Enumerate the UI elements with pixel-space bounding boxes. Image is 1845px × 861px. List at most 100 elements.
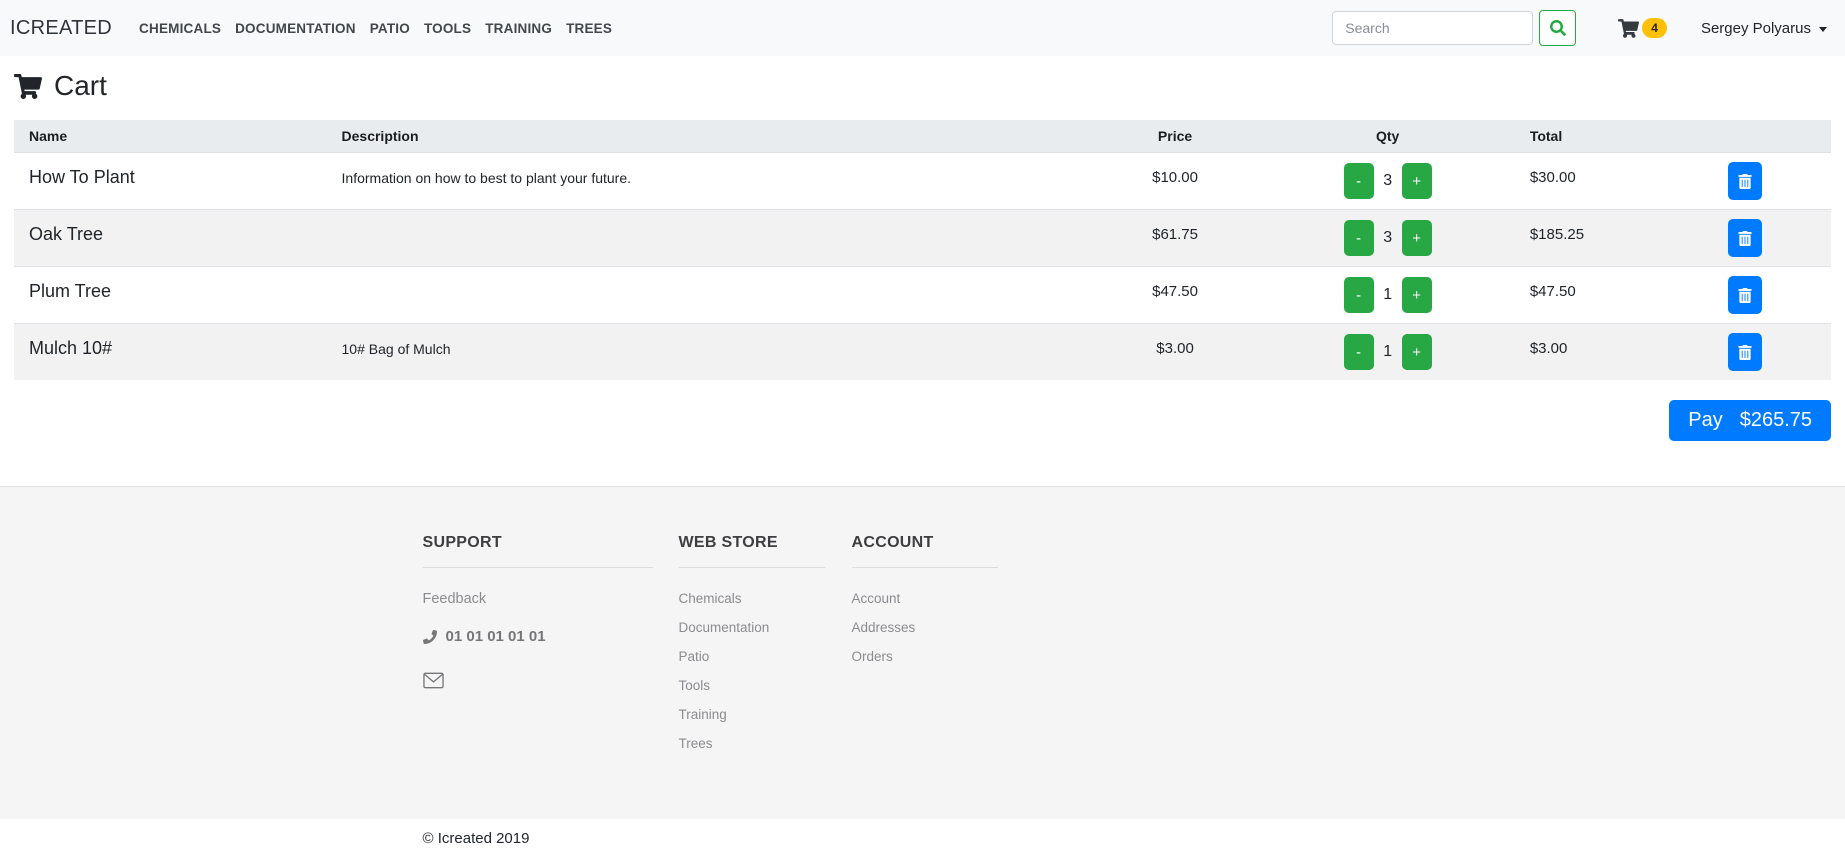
item-name: Plum Tree <box>14 266 327 324</box>
nav-item-chemicals[interactable]: CHEMICALS <box>132 15 228 42</box>
brand-logo[interactable]: ICREATED <box>10 17 112 40</box>
qty-value: 1 <box>1383 343 1393 360</box>
item-total: $3.00 <box>1514 323 1659 380</box>
divider <box>678 567 825 568</box>
divider <box>851 567 998 568</box>
footer-link-trees[interactable]: Trees <box>679 736 825 751</box>
footer-link-chemicals[interactable]: Chemicals <box>679 591 825 606</box>
footer-link-tools[interactable]: Tools <box>679 678 825 693</box>
page-title: Cart <box>14 70 1831 102</box>
email-link[interactable] <box>422 672 444 689</box>
main-nav: CHEMICALS DOCUMENTATION PATIO TOOLS TRAI… <box>132 15 619 42</box>
item-name: How To Plant <box>14 152 327 210</box>
nav-item-documentation[interactable]: DOCUMENTATION <box>228 15 363 42</box>
qty-increase-button[interactable]: + <box>1401 277 1432 313</box>
qty-increase-button[interactable]: + <box>1401 334 1432 370</box>
phone-icon <box>422 629 446 644</box>
nav-item-patio[interactable]: PATIO <box>363 15 417 42</box>
qty-value: 3 <box>1383 229 1393 246</box>
copyright-text: © Icreated 2019 <box>422 830 530 847</box>
search-form <box>1332 10 1577 46</box>
divider <box>422 567 653 568</box>
pay-amount: $265.75 <box>1739 409 1812 431</box>
pay-row: Pay $265.75 <box>14 400 1831 441</box>
cart-title-icon <box>14 73 42 99</box>
envelope-icon <box>422 672 444 689</box>
footer-account-column: ACCOUNT Account Addresses Orders <box>851 534 998 765</box>
user-name: Sergey Polyarus <box>1700 19 1811 37</box>
qty-decrease-button[interactable]: - <box>1343 220 1374 256</box>
col-header-actions <box>1658 120 1831 153</box>
top-navbar: ICREATED CHEMICALS DOCUMENTATION PATIO T… <box>0 0 1845 56</box>
navbar-cart-link[interactable]: 4 <box>1618 18 1667 38</box>
search-icon <box>1549 20 1566 36</box>
col-header-qty: Qty <box>1260 120 1515 153</box>
chevron-down-icon <box>1819 26 1827 32</box>
cart-row: Mulch 10# 10# Bag of Mulch $3.00 - 1 + $… <box>14 323 1831 380</box>
delete-item-button[interactable] <box>1727 276 1762 314</box>
cart-count-badge: 4 <box>1642 18 1667 38</box>
trash-icon <box>1738 230 1752 246</box>
qty-value: 1 <box>1383 286 1393 303</box>
qty-increase-button[interactable]: + <box>1401 163 1432 199</box>
footer-link-patio[interactable]: Patio <box>679 649 825 664</box>
cart-table: Name Description Price Qty Total How To … <box>14 120 1831 380</box>
item-description <box>326 266 1090 324</box>
item-name: Mulch 10# <box>14 323 327 380</box>
phone-number: 01 01 01 01 01 <box>445 628 546 645</box>
page-title-text: Cart <box>54 70 107 101</box>
trash-icon <box>1738 344 1752 360</box>
delete-item-button[interactable] <box>1727 333 1762 371</box>
copyright-bar: © Icreated 2019 <box>0 819 1845 861</box>
footer-link-training[interactable]: Training <box>679 707 825 722</box>
qty-decrease-button[interactable]: - <box>1343 277 1374 313</box>
item-description: Information on how to best to plant your… <box>326 152 1090 210</box>
pay-button[interactable]: Pay $265.75 <box>1669 400 1831 441</box>
item-name: Oak Tree <box>14 209 327 267</box>
main-content: Cart Name Description Price Qty Total Ho… <box>0 70 1845 441</box>
item-price: $61.75 <box>1089 209 1261 267</box>
footer-webstore-title: WEB STORE <box>678 534 778 551</box>
qty-value: 3 <box>1383 172 1393 189</box>
item-price: $47.50 <box>1089 266 1261 324</box>
pay-label: Pay <box>1688 409 1723 431</box>
col-header-price: Price <box>1089 120 1261 153</box>
cart-table-header: Name Description Price Qty Total <box>14 120 1831 153</box>
col-header-total: Total <box>1514 120 1659 153</box>
footer-support-column: SUPPORT Feedback 01 01 01 01 01 <box>422 534 653 765</box>
item-total: $185.25 <box>1514 209 1659 267</box>
cart-row: Plum Tree $47.50 - 1 + $47.50 <box>14 266 1831 324</box>
item-description: 10# Bag of Mulch <box>326 323 1090 380</box>
trash-icon <box>1738 173 1752 189</box>
footer-support-title: SUPPORT <box>422 534 502 551</box>
item-total: $47.50 <box>1514 266 1659 324</box>
nav-item-tools[interactable]: TOOLS <box>417 15 478 42</box>
delete-item-button[interactable] <box>1727 219 1762 257</box>
user-dropdown[interactable]: Sergey Polyarus <box>1701 20 1827 37</box>
qty-decrease-button[interactable]: - <box>1343 163 1374 199</box>
footer-account-title: ACCOUNT <box>851 534 934 551</box>
footer-link-account[interactable]: Account <box>852 591 998 606</box>
footer-link-addresses[interactable]: Addresses <box>852 620 998 635</box>
search-input[interactable] <box>1332 11 1534 45</box>
trash-icon <box>1738 287 1752 303</box>
footer-link-orders[interactable]: Orders <box>852 649 998 664</box>
item-description <box>326 209 1090 267</box>
delete-item-button[interactable] <box>1727 162 1762 200</box>
qty-increase-button[interactable]: + <box>1401 220 1432 256</box>
footer-webstore-column: WEB STORE Chemicals Documentation Patio … <box>678 534 825 765</box>
qty-decrease-button[interactable]: - <box>1343 334 1374 370</box>
item-price: $3.00 <box>1089 323 1261 380</box>
nav-item-training[interactable]: TRAINING <box>478 15 559 42</box>
footer-link-documentation[interactable]: Documentation <box>679 620 825 635</box>
col-header-description: Description <box>326 120 1090 153</box>
nav-item-trees[interactable]: TREES <box>559 15 619 42</box>
feedback-link[interactable]: Feedback <box>423 591 653 607</box>
cart-row: Oak Tree $61.75 - 3 + $185.25 <box>14 209 1831 267</box>
col-header-name: Name <box>14 120 327 153</box>
search-button[interactable] <box>1539 10 1577 46</box>
cart-icon <box>1618 18 1640 38</box>
item-total: $30.00 <box>1514 152 1659 210</box>
item-price: $10.00 <box>1089 152 1261 210</box>
page-footer: SUPPORT Feedback 01 01 01 01 01 WEB STOR… <box>0 486 1845 819</box>
